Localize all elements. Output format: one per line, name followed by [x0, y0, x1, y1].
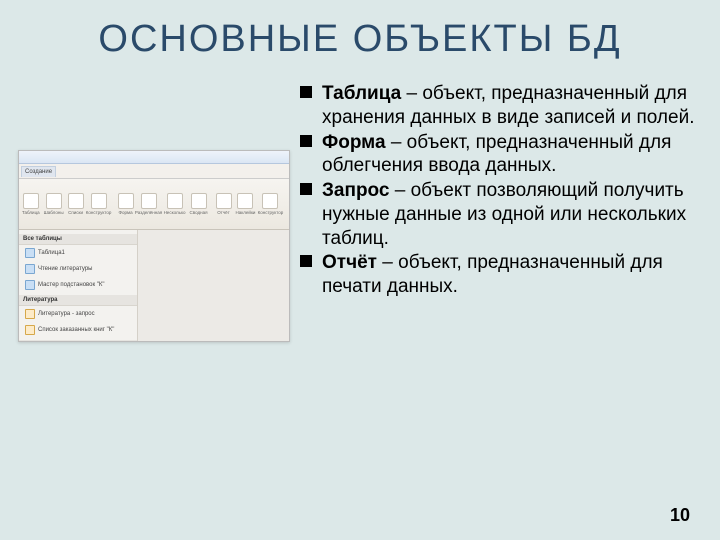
ribbon-button: Конструктор	[259, 185, 281, 223]
bullet-icon	[300, 135, 312, 147]
table-icon	[25, 280, 35, 290]
design-icon	[91, 193, 107, 209]
nav-item: Чтение литературы	[19, 261, 137, 277]
bullet-list: Таблица – объект, предназначенный для хр…	[300, 82, 695, 300]
page-title: ОСНОВНЫЕ ОБЪЕКТЫ БД	[0, 18, 720, 61]
lists-icon	[68, 193, 84, 209]
nav-group-header: Все таблицы	[19, 234, 137, 245]
bullet-icon	[300, 255, 312, 267]
form-icon	[118, 193, 134, 209]
nav-item: Мастер подстановок "К"	[19, 277, 137, 293]
term: Запрос	[322, 180, 389, 201]
ribbon-button: Отчёт	[216, 185, 232, 223]
list-item: Запрос – объект позволяющий получить нуж…	[300, 179, 695, 250]
ribbon-button: Шаблоны	[44, 185, 64, 223]
multi-icon	[167, 193, 183, 209]
term: Форма	[322, 132, 386, 153]
templates-icon	[46, 193, 62, 209]
bullet-icon	[300, 183, 312, 195]
term: Отчёт	[322, 252, 377, 273]
list-item: Форма – объект, предназначенный для обле…	[300, 131, 695, 179]
nav-group-header: Литература	[19, 295, 137, 306]
table-icon	[23, 193, 39, 209]
term: Таблица	[322, 83, 401, 104]
tab-create: Создание	[21, 166, 56, 177]
window-titlebar	[19, 151, 289, 164]
app-screenshot: Создание Таблица Шаблоны Списки Конструк…	[18, 150, 290, 342]
ribbon-button: Несколько	[164, 185, 186, 223]
table-icon	[25, 264, 35, 274]
table-icon	[25, 248, 35, 258]
nav-item: Литература - запрос	[19, 306, 137, 322]
bullet-icon	[300, 86, 312, 98]
ribbon-button: Списки	[68, 185, 84, 223]
pivot-icon	[191, 193, 207, 209]
nav-item: Таблица1	[19, 245, 137, 261]
document-area	[138, 230, 289, 342]
nav-item: Список заказанных книг "К"	[19, 322, 137, 338]
ribbon-button: Таблица	[22, 185, 40, 223]
ribbon-button: Наклейки	[236, 185, 256, 223]
nav-pane: Все таблицы Таблица1 Чтение литературы М…	[19, 230, 138, 342]
query-icon	[25, 325, 35, 335]
ribbon-button: Сводная	[189, 185, 207, 223]
split-form-icon	[141, 193, 157, 209]
list-item: Таблица – объект, предназначенный для хр…	[300, 82, 695, 130]
ribbon-button: Конструктор	[88, 185, 110, 223]
design2-icon	[262, 193, 278, 209]
labels-icon	[237, 193, 253, 209]
ribbon-button: Разделённая	[138, 185, 160, 223]
query-icon	[25, 309, 35, 319]
list-item: Отчёт – объект, предназначенный для печа…	[300, 251, 695, 299]
nav-group-header: Сотрудники	[19, 340, 137, 342]
ribbon: Таблица Шаблоны Списки Конструктор Форма…	[19, 179, 289, 230]
ribbon-button: Форма	[118, 185, 134, 223]
report-icon	[216, 193, 232, 209]
page-number: 10	[670, 505, 690, 526]
ribbon-tabs: Создание	[19, 164, 289, 179]
